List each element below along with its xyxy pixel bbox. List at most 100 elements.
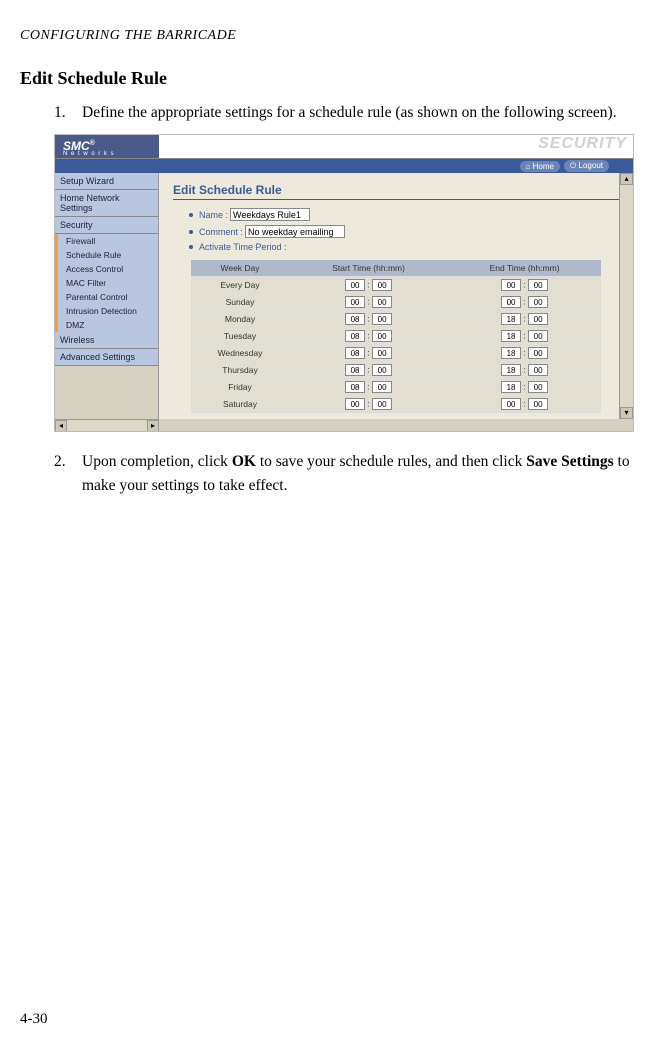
table-row: Monday : : bbox=[191, 311, 601, 328]
content-panel: Edit Schedule Rule Name : Comment : Acti… bbox=[159, 173, 633, 419]
step-text: Upon completion, click OK to save your s… bbox=[82, 450, 631, 497]
start-min-input[interactable] bbox=[372, 330, 392, 342]
comment-label: Comment : bbox=[199, 227, 243, 237]
start-hour-input[interactable] bbox=[345, 296, 365, 308]
start-hour-input[interactable] bbox=[345, 381, 365, 393]
sidebar-item-firewall[interactable]: Firewall bbox=[55, 234, 158, 248]
table-row: Tuesday : : bbox=[191, 328, 601, 345]
step2-pre: Upon completion, click bbox=[82, 453, 232, 470]
logout-button[interactable]: ⏻ Logout bbox=[564, 160, 609, 172]
sidebar-item-schedule-rule[interactable]: Schedule Rule bbox=[55, 248, 158, 262]
section-title: Edit Schedule Rule bbox=[20, 68, 631, 89]
end-cell: : bbox=[448, 311, 601, 328]
start-hour-input[interactable] bbox=[345, 330, 365, 342]
step-1: 1. Define the appropriate settings for a… bbox=[54, 101, 631, 124]
vertical-scrollbar[interactable]: ▴ ▾ bbox=[619, 173, 633, 419]
bullet-icon bbox=[189, 245, 193, 249]
sidebar-item-advanced[interactable]: Advanced Settings bbox=[55, 349, 158, 366]
start-hour-input[interactable] bbox=[345, 279, 365, 291]
end-hour-input[interactable] bbox=[501, 398, 521, 410]
end-hour-input[interactable] bbox=[501, 381, 521, 393]
day-cell: Tuesday bbox=[191, 328, 289, 345]
sidebar-item-wireless[interactable]: Wireless bbox=[55, 332, 158, 349]
start-min-input[interactable] bbox=[372, 398, 392, 410]
end-hour-input[interactable] bbox=[501, 364, 521, 376]
end-cell: : bbox=[448, 362, 601, 379]
activate-label: Activate Time Period : bbox=[199, 242, 287, 252]
day-cell: Sunday bbox=[191, 294, 289, 311]
sidebar-item-home-network[interactable]: Home Network Settings bbox=[55, 190, 158, 217]
start-min-input[interactable] bbox=[372, 364, 392, 376]
start-hour-input[interactable] bbox=[345, 364, 365, 376]
router-ui-screenshot: SMC® N e t w o r k s SECURITY ⌂ Home ⏻ L… bbox=[54, 134, 634, 432]
scroll-down-icon[interactable]: ▾ bbox=[620, 407, 633, 419]
sidebar-item-intrusion[interactable]: Intrusion Detection bbox=[55, 304, 158, 318]
start-min-input[interactable] bbox=[372, 296, 392, 308]
horizontal-scrollbar[interactable]: ◂ ▸ bbox=[55, 419, 159, 431]
scroll-right-icon[interactable]: ▸ bbox=[147, 420, 159, 432]
name-input[interactable] bbox=[230, 208, 310, 221]
comment-row: Comment : bbox=[189, 225, 619, 238]
col-day: Week Day bbox=[191, 260, 289, 277]
step-text: Define the appropriate settings for a sc… bbox=[82, 101, 617, 124]
end-hour-input[interactable] bbox=[501, 296, 521, 308]
end-hour-input[interactable] bbox=[501, 279, 521, 291]
end-cell: : bbox=[448, 294, 601, 311]
start-min-input[interactable] bbox=[372, 313, 392, 325]
start-cell: : bbox=[289, 396, 448, 413]
end-min-input[interactable] bbox=[528, 381, 548, 393]
schedule-table: Week Day Start Time (hh:mm) End Time (hh… bbox=[191, 260, 601, 413]
step2-ok-bold: OK bbox=[232, 453, 256, 470]
table-row: Every Day : : bbox=[191, 277, 601, 294]
end-hour-input[interactable] bbox=[501, 347, 521, 359]
col-end: End Time (hh:mm) bbox=[448, 260, 601, 277]
sidebar-item-setup-wizard[interactable]: Setup Wizard bbox=[55, 173, 158, 190]
sidebar-item-parental-control[interactable]: Parental Control bbox=[55, 290, 158, 304]
table-row: Friday : : bbox=[191, 379, 601, 396]
end-min-input[interactable] bbox=[528, 364, 548, 376]
logo-subtext: N e t w o r k s bbox=[63, 151, 115, 157]
sidebar-item-access-control[interactable]: Access Control bbox=[55, 262, 158, 276]
step2-save-bold: Save Settings bbox=[526, 453, 613, 470]
start-hour-input[interactable] bbox=[345, 347, 365, 359]
start-hour-input[interactable] bbox=[345, 313, 365, 325]
home-button[interactable]: ⌂ Home bbox=[520, 161, 560, 172]
name-label: Name : bbox=[199, 210, 228, 220]
scroll-left-icon[interactable]: ◂ bbox=[55, 420, 67, 432]
end-min-input[interactable] bbox=[528, 296, 548, 308]
start-cell: : bbox=[289, 294, 448, 311]
day-cell: Monday bbox=[191, 311, 289, 328]
table-header-row: Week Day Start Time (hh:mm) End Time (hh… bbox=[191, 260, 601, 277]
step-2: 2. Upon completion, click OK to save you… bbox=[54, 450, 631, 497]
start-cell: : bbox=[289, 328, 448, 345]
sidebar-item-dmz[interactable]: DMZ bbox=[55, 318, 158, 332]
step-number: 1. bbox=[54, 101, 82, 124]
end-hour-input[interactable] bbox=[501, 330, 521, 342]
start-hour-input[interactable] bbox=[345, 398, 365, 410]
table-row: Saturday : : bbox=[191, 396, 601, 413]
scroll-up-icon[interactable]: ▴ bbox=[620, 173, 633, 185]
sidebar-item-security[interactable]: Security bbox=[55, 217, 158, 234]
logo-row: SMC® N e t w o r k s SECURITY bbox=[55, 135, 633, 159]
end-min-input[interactable] bbox=[528, 313, 548, 325]
content-title: Edit Schedule Rule bbox=[173, 183, 619, 200]
comment-input[interactable] bbox=[245, 225, 345, 238]
start-min-input[interactable] bbox=[372, 347, 392, 359]
bullet-icon bbox=[189, 213, 193, 217]
name-row: Name : bbox=[189, 208, 619, 221]
sidebar-item-mac-filter[interactable]: MAC Filter bbox=[55, 276, 158, 290]
start-cell: : bbox=[289, 379, 448, 396]
start-min-input[interactable] bbox=[372, 381, 392, 393]
end-hour-input[interactable] bbox=[501, 313, 521, 325]
end-min-input[interactable] bbox=[528, 347, 548, 359]
main-area: Setup Wizard Home Network Settings Secur… bbox=[55, 173, 633, 419]
action-row: Ok Cancel bbox=[173, 413, 619, 419]
smc-logo: SMC® N e t w o r k s bbox=[55, 135, 159, 158]
top-nav-bar: ⌂ Home ⏻ Logout bbox=[55, 159, 633, 173]
start-min-input[interactable] bbox=[372, 279, 392, 291]
end-min-input[interactable] bbox=[528, 279, 548, 291]
end-min-input[interactable] bbox=[528, 398, 548, 410]
day-cell: Friday bbox=[191, 379, 289, 396]
end-min-input[interactable] bbox=[528, 330, 548, 342]
end-cell: : bbox=[448, 345, 601, 362]
